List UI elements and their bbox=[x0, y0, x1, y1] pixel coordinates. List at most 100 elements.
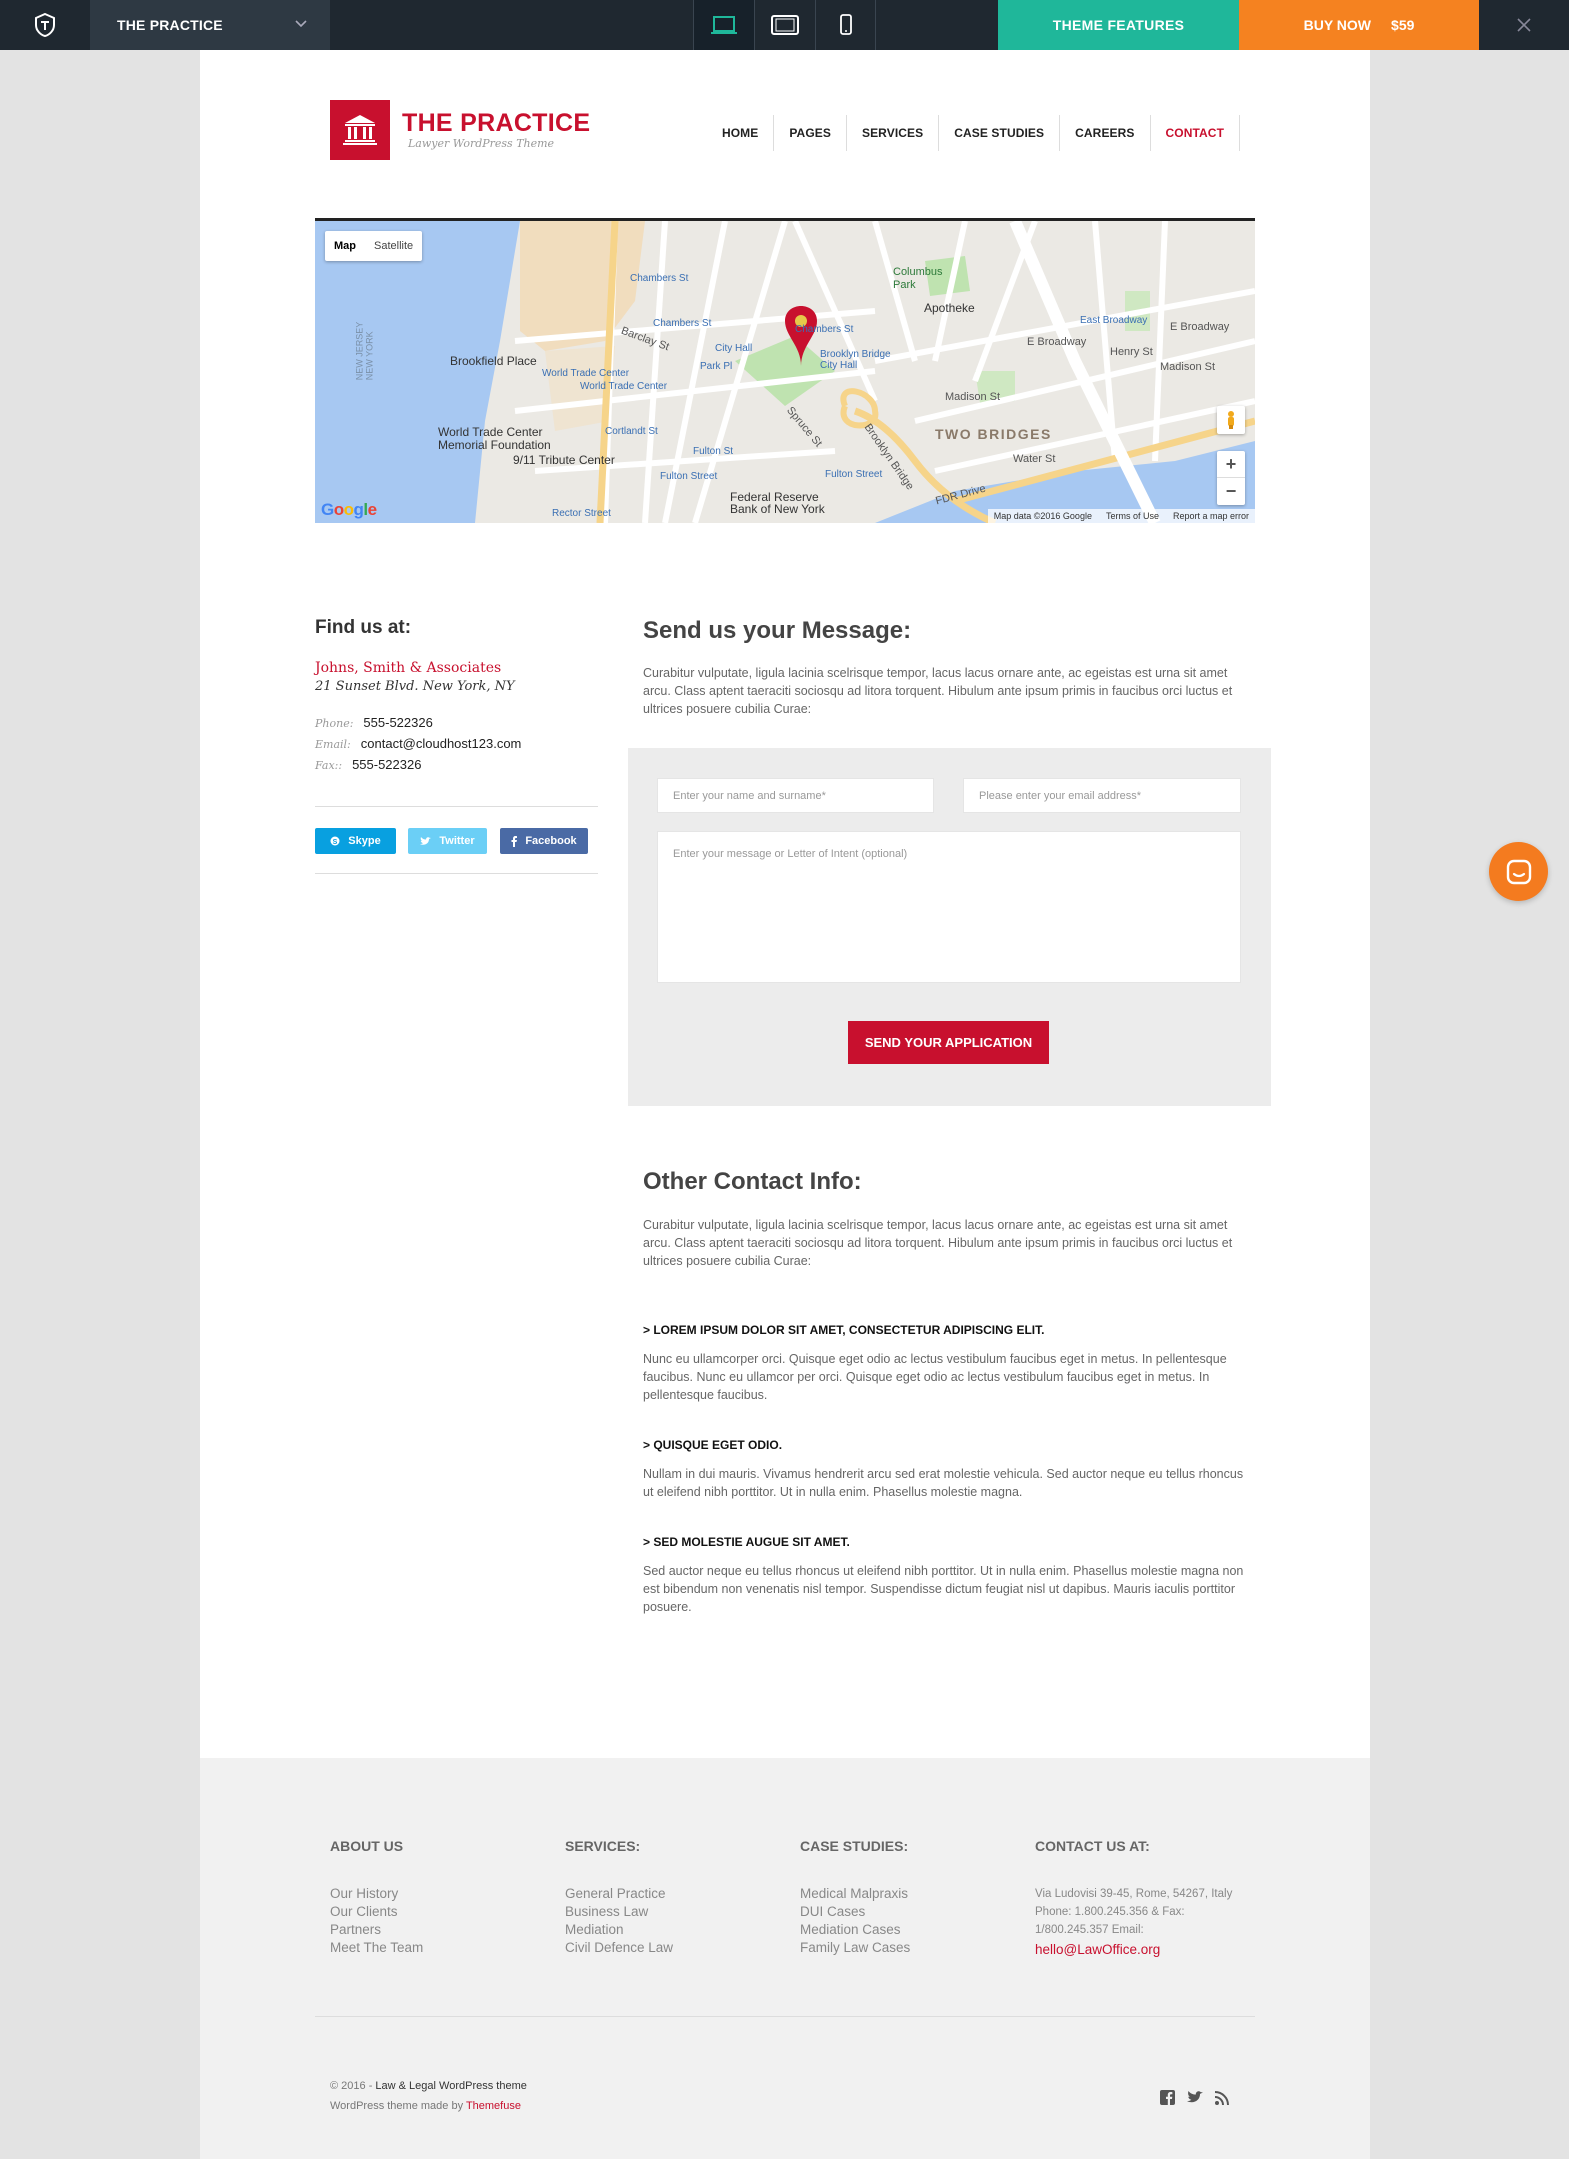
skype-icon: S bbox=[330, 836, 340, 846]
map-label: Chambers St bbox=[795, 324, 854, 335]
nav-careers[interactable]: CAREERS bbox=[1060, 115, 1151, 151]
google-map[interactable]: Brookfield Place World Trade Center Worl… bbox=[315, 218, 1255, 523]
footer-link[interactable]: Meet The Team bbox=[330, 1939, 423, 1957]
theme-selector-label: THE PRACTICE bbox=[117, 17, 223, 33]
map-label: NEW JERSEY NEW YORK bbox=[354, 321, 375, 381]
nav-services[interactable]: SERVICES bbox=[847, 115, 940, 151]
nav-home[interactable]: HOME bbox=[707, 115, 775, 151]
footer-link[interactable]: Our Clients bbox=[330, 1903, 423, 1921]
site-footer: ABOUT US Our History Our Clients Partner… bbox=[200, 1758, 1370, 2159]
price-label: $59 bbox=[1391, 17, 1415, 33]
live-chat-button[interactable] bbox=[1489, 842, 1548, 901]
footer-social-icons bbox=[1160, 2090, 1229, 2105]
nav-contact[interactable]: CONTACT bbox=[1151, 115, 1240, 151]
map-label: World Trade Center Memorial Foundation bbox=[438, 425, 551, 452]
themefuse-link[interactable]: Themefuse bbox=[466, 2100, 521, 2112]
send-application-button[interactable]: SEND YOUR APPLICATION bbox=[848, 1021, 1049, 1064]
courthouse-icon bbox=[330, 100, 390, 160]
twitter-label: Twitter bbox=[439, 835, 475, 847]
device-switcher bbox=[693, 0, 876, 50]
footer-link[interactable]: Mediation bbox=[565, 1921, 673, 1939]
footer-link[interactable]: DUI Cases bbox=[800, 1903, 910, 1921]
street-view-pegman-icon[interactable] bbox=[1217, 406, 1245, 434]
map-label: Fulton Street bbox=[825, 469, 883, 480]
buy-now-button[interactable]: BUY NOW $59 bbox=[1239, 0, 1479, 50]
contact-form: Enter your name and surname* Please ente… bbox=[628, 748, 1271, 1106]
fax-label: Fax:: bbox=[315, 759, 343, 772]
footer-link[interactable]: Partners bbox=[330, 1921, 423, 1939]
nav-case-studies[interactable]: CASE STUDIES bbox=[939, 115, 1061, 151]
map-type-toggle: Map Satellite bbox=[325, 231, 423, 261]
page-container: THE PRACTICE Lawyer WordPress Theme HOME… bbox=[200, 50, 1370, 2159]
close-preview-button[interactable] bbox=[1479, 0, 1569, 50]
map-label: E Broadway bbox=[1170, 321, 1230, 333]
message-textarea[interactable]: Enter your message or Letter of Intent (… bbox=[657, 831, 1241, 983]
desktop-view-button[interactable] bbox=[693, 0, 754, 50]
site-logo[interactable]: THE PRACTICE Lawyer WordPress Theme bbox=[330, 100, 590, 160]
footer-link[interactable]: Our History bbox=[330, 1885, 423, 1903]
theme-features-button[interactable]: THEME FEATURES bbox=[998, 0, 1239, 50]
footer-link[interactable]: Civil Defence Law bbox=[565, 1939, 673, 1957]
map-type-map[interactable]: Map bbox=[325, 231, 365, 261]
rss-icon[interactable] bbox=[1215, 2090, 1229, 2105]
facebook-icon[interactable] bbox=[1160, 2090, 1175, 2105]
twitter-button[interactable]: Twitter bbox=[408, 828, 487, 854]
map-label: Fulton St bbox=[693, 446, 734, 457]
info-text: Nullam in dui mauris. Vivamus hendrerit … bbox=[643, 1467, 1244, 1499]
map-label: 9/11 Tribute Center bbox=[513, 453, 615, 467]
mobile-view-button[interactable] bbox=[815, 0, 876, 50]
facebook-button[interactable]: Facebook bbox=[500, 828, 588, 854]
logo-subtitle: Lawyer WordPress Theme bbox=[408, 137, 555, 150]
facebook-icon bbox=[511, 835, 518, 847]
logo-title: THE PRACTICE bbox=[402, 109, 591, 137]
phone-label: Phone: bbox=[315, 717, 354, 730]
copyright-prefix: © 2016 - bbox=[330, 2080, 376, 2092]
map-data-credit: Map data ©2016 Google bbox=[993, 511, 1092, 521]
message-title: Send us your Message: bbox=[643, 617, 912, 644]
footer-heading: CASE STUDIES: bbox=[800, 1838, 909, 1854]
map-label: East Broadway bbox=[1080, 315, 1148, 326]
name-input[interactable]: Enter your name and surname* bbox=[657, 778, 934, 813]
themefuse-logo-icon[interactable] bbox=[0, 0, 90, 50]
email-input[interactable]: Please enter your email address* bbox=[963, 778, 1241, 813]
map-type-satellite[interactable]: Satellite bbox=[365, 231, 422, 261]
svg-text:S: S bbox=[333, 839, 338, 846]
map-label: Fulton Street bbox=[660, 471, 718, 482]
find-us-title: Find us at: bbox=[315, 617, 412, 638]
map-label: World Trade Center bbox=[580, 381, 668, 392]
footer-link[interactable]: General Practice bbox=[565, 1885, 673, 1903]
map-report-link[interactable]: Report a map error bbox=[1173, 511, 1249, 521]
email-line: Email: contact@cloudhost123.com bbox=[315, 736, 521, 751]
twitter-icon bbox=[420, 836, 432, 845]
map-terms-link[interactable]: Terms of Use bbox=[1106, 511, 1159, 521]
footer-link[interactable]: Business Law bbox=[565, 1903, 673, 1921]
footer-divider bbox=[315, 2016, 1255, 2017]
theme-selector[interactable]: THE PRACTICE bbox=[90, 0, 330, 50]
zoom-out-button[interactable]: − bbox=[1217, 478, 1245, 505]
map-label: Brooklyn Bridge City Hall bbox=[820, 349, 891, 371]
email-value[interactable]: contact@cloudhost123.com bbox=[361, 736, 522, 751]
zoom-in-button[interactable]: + bbox=[1217, 451, 1245, 478]
other-contact-title: Other Contact Info: bbox=[643, 1168, 862, 1195]
phone-value: 555-522326 bbox=[363, 715, 433, 730]
tablet-view-button[interactable] bbox=[754, 0, 815, 50]
info-heading: > SED MOLESTIE AUGUE SIT AMET. bbox=[643, 1535, 850, 1549]
map-footer: Map data ©2016 Google Terms of Use Repor… bbox=[987, 509, 1255, 523]
map-label: Madison St bbox=[945, 391, 1001, 403]
footer-email-link[interactable]: hello@LawOffice.org bbox=[1035, 1939, 1245, 1961]
footer-link[interactable]: Family Law Cases bbox=[800, 1939, 910, 1957]
map-label: Chambers St bbox=[630, 273, 689, 284]
map-label: World Trade Center bbox=[542, 368, 630, 379]
theme-link[interactable]: Law & Legal WordPress theme bbox=[375, 2080, 526, 2092]
map-label: Federal Reserve Bank of New York bbox=[730, 490, 825, 516]
twitter-icon[interactable] bbox=[1187, 2091, 1203, 2104]
footer-link[interactable]: Mediation Cases bbox=[800, 1921, 910, 1939]
nav-pages[interactable]: PAGES bbox=[774, 115, 847, 151]
footer-link[interactable]: Medical Malpraxis bbox=[800, 1885, 910, 1903]
logo-text: THE PRACTICE Lawyer WordPress Theme bbox=[402, 110, 590, 150]
footer-cases-column: CASE STUDIES: Medical Malpraxis DUI Case… bbox=[800, 1838, 910, 1957]
footer-heading: ABOUT US bbox=[330, 1838, 404, 1854]
other-contact-intro: Curabitur vulputate, ligula lacinia scel… bbox=[643, 1218, 1233, 1268]
divider bbox=[315, 873, 598, 874]
skype-button[interactable]: S Skype bbox=[315, 828, 396, 854]
